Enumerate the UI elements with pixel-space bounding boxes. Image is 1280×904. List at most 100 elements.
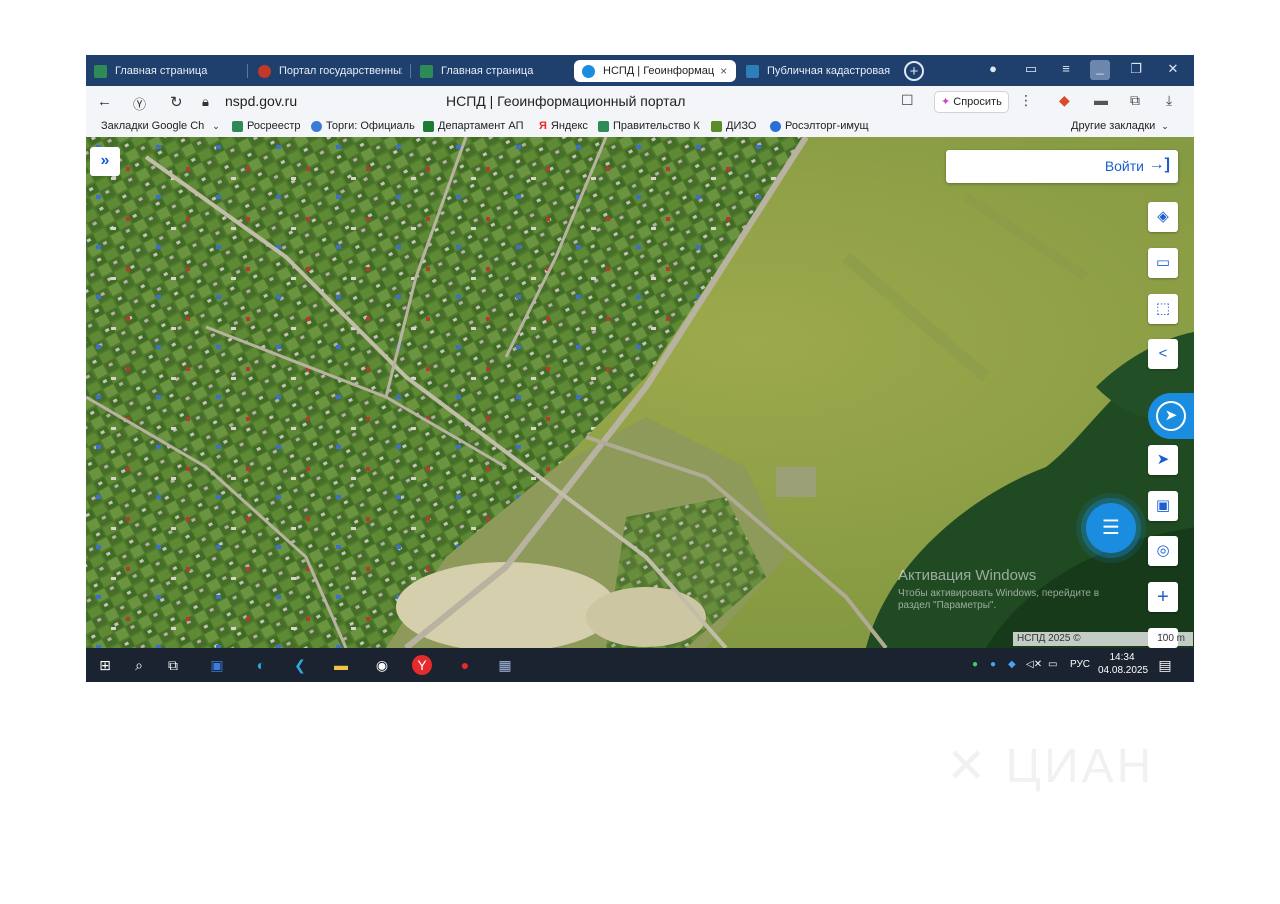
satellite-map[interactable]: » Войти →] ◈ ▭ ⬚ < ➤ ➤ ▣ ◎ + − ☰ Активац…	[86, 137, 1194, 648]
reload-icon[interactable]: ↻	[170, 93, 183, 111]
tab-label: Портал государственных	[279, 65, 402, 77]
torgi-icon	[311, 120, 322, 132]
rosreestr-icon	[94, 64, 107, 78]
chat-bubble-icon: ☰	[1102, 517, 1120, 539]
tab-label: Публичная кадастровая	[767, 65, 891, 77]
network-icon[interactable]: ▭	[1048, 659, 1057, 670]
yandex-circle-icon[interactable]: Ⓨ	[133, 94, 146, 113]
tab-label: Главная страница	[115, 65, 208, 77]
save-disk-icon[interactable]: ▣	[206, 654, 228, 676]
tab-nspd-active[interactable]: НСПД | Геоинформац ×	[574, 60, 736, 82]
windows-start-icon[interactable]: ⊞	[94, 654, 116, 676]
rosreestr-icon	[420, 64, 433, 78]
clock-time: 14:34	[1109, 652, 1135, 663]
tray-network-app-icon[interactable]: ◆	[1008, 659, 1016, 670]
tab-1[interactable]: Главная страница	[86, 60, 236, 82]
clock[interactable]: 14:34 04.08.2025	[1098, 651, 1149, 677]
bookmark-yandex[interactable]: Я Яндекс	[539, 120, 588, 132]
chat-support-button[interactable]: ☰	[1086, 503, 1136, 553]
other-bookmarks-folder[interactable]: Другие закладки ⌄	[1071, 120, 1169, 132]
ruler-icon[interactable]: ▭	[1148, 248, 1178, 278]
more-options-icon[interactable]: ⋮	[1019, 92, 1033, 109]
ask-button[interactable]: ✦ Спросить	[934, 91, 1009, 113]
app-circle-icon[interactable]: ◉	[371, 654, 393, 676]
bookmarks-bar: Закладки Google Ch ⌄ Росреестр Торги: Оф…	[86, 116, 1194, 138]
login-arrow-icon: →]	[1148, 156, 1170, 173]
notifications-icon[interactable]: ▤	[1154, 654, 1176, 676]
extension-icon[interactable]: ◆	[1059, 92, 1070, 109]
extension-2-icon[interactable]: ▬	[1094, 92, 1108, 108]
collections-icon[interactable]: ▭	[1021, 61, 1041, 77]
address-bar: ← Ⓨ ↻ 🔒︎ nspd.gov.ru НСПД | Геоинформаци…	[86, 86, 1194, 116]
bookmark-rosreestr[interactable]: Росреестр	[232, 120, 300, 132]
bookmark-roseltorg[interactable]: Росэлторг-имущ	[770, 120, 869, 132]
volume-muted-icon[interactable]: ◁✕	[1026, 659, 1042, 670]
cadastral-map-icon	[746, 64, 759, 78]
clock-date: 04.08.2025	[1098, 665, 1149, 676]
extensions-puzzle-icon[interactable]: ⧉	[1130, 92, 1140, 109]
bookmark-label: Другие закладки	[1071, 120, 1156, 132]
tab-2[interactable]: Портал государственных	[250, 60, 402, 82]
share-icon[interactable]: <	[1148, 339, 1178, 369]
tab-separator	[247, 64, 248, 78]
yandex-app-icon[interactable]: ●	[454, 654, 476, 676]
bookmark-label: Закладки Google Ch	[101, 120, 205, 132]
yandex-icon: Я	[539, 120, 547, 132]
search-icon[interactable]: ⌕	[128, 654, 150, 676]
dizo-icon	[711, 120, 722, 132]
tab-close-icon[interactable]: ×	[720, 64, 727, 78]
flag-icon	[423, 120, 434, 132]
bookmark-label: Росэлторг-имущ	[785, 120, 869, 132]
nspd-icon	[582, 64, 595, 78]
bookmark-government[interactable]: Правительство К	[598, 120, 700, 132]
yandex-browser-icon[interactable]: Y	[412, 655, 432, 675]
profile-icon[interactable]: ●	[983, 61, 1003, 76]
expand-sidebar-button[interactable]: »	[90, 147, 120, 176]
menu-icon[interactable]: ≡	[1056, 61, 1076, 76]
app-icon[interactable]: ❮	[289, 654, 311, 676]
page-title: НСПД | Геоинформационный портал	[446, 93, 686, 109]
tab-3[interactable]: Главная страница	[412, 60, 564, 82]
tray-app-icon[interactable]: ●	[972, 659, 978, 670]
login-button[interactable]: Войти →]	[946, 150, 1178, 183]
gosuslugi-icon	[258, 64, 271, 78]
new-tab-plus-icon[interactable]: +	[904, 61, 924, 81]
bookmark-label: Правительство К	[613, 120, 700, 132]
edge-icon[interactable]: ◐	[250, 654, 272, 676]
screen: Главная страница Портал государственных …	[86, 55, 1194, 682]
url-field[interactable]: nspd.gov.ru	[225, 93, 297, 109]
language-indicator[interactable]: РУС	[1070, 659, 1090, 670]
bookmark-dizo[interactable]: ДИЗО	[711, 120, 756, 132]
chevron-down-icon: ⌄	[212, 120, 220, 131]
restore-icon[interactable]: ❐	[1126, 61, 1146, 77]
minimize-icon[interactable]: _	[1090, 60, 1110, 80]
map-scale-bar: НСПД 2025 © 100 m	[1013, 632, 1193, 646]
file-explorer-icon[interactable]: ▬	[330, 654, 352, 676]
app-window-icon[interactable]: ▦	[494, 654, 516, 676]
watermark-text: раздел "Параметры".	[898, 600, 997, 611]
geolocation-icon[interactable]: ➤	[1148, 445, 1178, 475]
bookmark-department[interactable]: Департамент АП	[423, 120, 524, 132]
bookmark-label: ДИЗО	[726, 120, 757, 132]
bookmark-icon[interactable]: ☐	[901, 92, 914, 109]
close-window-icon[interactable]: ✕	[1163, 61, 1183, 77]
tray-shield-icon[interactable]: ●	[990, 659, 996, 670]
task-view-icon[interactable]: ⧉	[162, 654, 184, 676]
lock-icon: 🔒︎	[202, 94, 209, 109]
bookmark-torgi[interactable]: Торги: Официаль	[311, 120, 415, 132]
chevron-down-icon: ⌄	[1161, 120, 1169, 131]
bookmark-label: Яндекс	[550, 120, 588, 132]
back-arrow-icon[interactable]: ←	[97, 93, 112, 110]
watermark-text: Чтобы активировать Windows, перейдите в	[898, 588, 1100, 599]
bookmark-label: Росреестр	[247, 120, 301, 132]
layers-icon[interactable]: ◈	[1148, 202, 1178, 232]
zoom-in-icon[interactable]: +	[1148, 582, 1178, 612]
download-icon[interactable]: ⤓	[1166, 92, 1172, 109]
nspd-logo-badge[interactable]: ➤	[1148, 393, 1194, 439]
minimap-icon[interactable]: ▣	[1148, 491, 1178, 521]
bookmark-google-folder[interactable]: Закладки Google Ch ⌄	[101, 120, 220, 132]
tab-5[interactable]: Публичная кадастровая	[738, 60, 898, 82]
tab-label: Главная страница	[441, 65, 534, 77]
location-search-icon[interactable]: ◎	[1148, 536, 1178, 566]
area-select-icon[interactable]: ⬚	[1148, 294, 1178, 324]
